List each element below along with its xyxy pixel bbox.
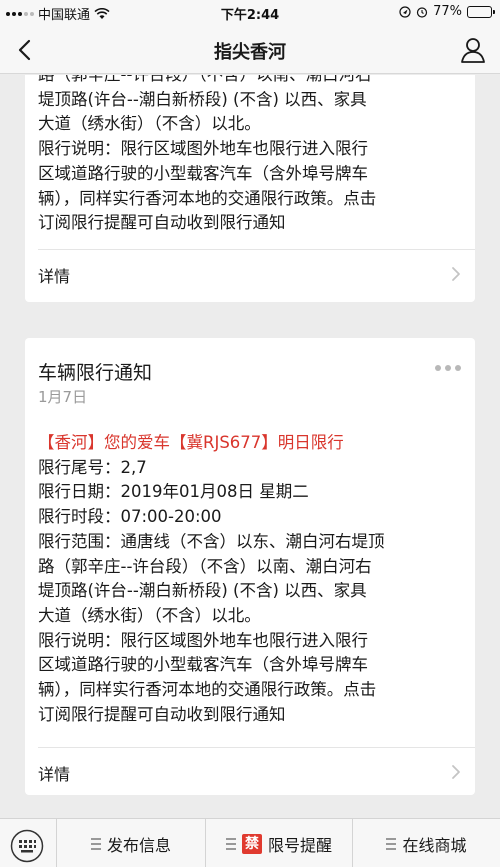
message-line: 堤顶路(许台--潮白新桥段) (不含) 以西、家具 xyxy=(38,581,367,601)
menu-label: 在线商城 xyxy=(402,835,467,855)
message-line: 辆），同样实行香河本地的交通限行政策。点击 xyxy=(38,680,377,700)
nav-bar: 指尖香河 xyxy=(0,26,500,74)
message-line: 区域道路行驶的小型载客汽车（含外埠号牌车 xyxy=(38,163,368,183)
message-line: 限行时段：07:00-20:00 xyxy=(38,507,222,527)
user-profile-button[interactable] xyxy=(458,36,488,64)
menu-plate-reminder[interactable]: 禁 限号提醒 xyxy=(206,819,352,867)
message-line: 路（郭辛庄--许台段）（不含）以南、潮白河右 xyxy=(38,556,372,576)
battery-icon xyxy=(467,5,495,18)
message-line: 限行范围：通唐线（不含）以东、潮白河右堤顶 xyxy=(38,531,385,551)
chevron-right-icon xyxy=(452,267,460,281)
message-list[interactable]: 路（郭辛庄--许台段）（不含）以南、潮白河右 堤顶路(许台--潮白新桥段) (不… xyxy=(0,75,500,816)
detail-label: 详情 xyxy=(38,765,71,784)
detail-label: 详情 xyxy=(38,267,71,286)
message-card: 车辆限行通知 1月7日 【香河】您的爱车【冀RJS677】明日限行 限行尾号：2… xyxy=(25,338,475,795)
message-line: 限行说明：限行区域图外地车也限行进入限行 xyxy=(38,630,368,650)
message-line: 限行尾号：2,7 xyxy=(38,457,147,477)
submenu-icon xyxy=(386,837,397,850)
status-bar: 中国联通 下午2:44 77% xyxy=(0,0,500,26)
message-line: 限行说明：限行区域图外地车也限行进入限行 xyxy=(38,139,368,159)
message-line: 辆），同样实行香河本地的交通限行政策。点击 xyxy=(38,188,377,208)
menu-label: 发布信息 xyxy=(106,835,171,855)
chevron-right-icon xyxy=(452,765,460,779)
menu-publish-info[interactable]: 发布信息 xyxy=(57,819,205,867)
message-headline: 【香河】您的爱车【冀RJS677】明日限行 xyxy=(38,433,344,452)
menu-online-store[interactable]: 在线商城 xyxy=(353,819,500,867)
card-title: 车辆限行通知 xyxy=(38,362,153,384)
submenu-icon xyxy=(90,837,101,850)
message-line: 限行日期：2019年01月08日 星期二 xyxy=(38,482,309,502)
detail-link[interactable]: 详情 xyxy=(25,748,475,796)
menu-label: 限号提醒 xyxy=(267,835,332,855)
ban-icon: 禁 xyxy=(241,833,262,854)
detail-link[interactable]: 详情 xyxy=(25,250,475,298)
message-line: 大道（绣水街）（不含）以北。 xyxy=(38,114,261,134)
message-line: 大道（绣水街）（不含）以北。 xyxy=(38,605,261,625)
submenu-icon xyxy=(225,837,236,850)
battery-percent: 77% xyxy=(433,4,462,19)
card-date: 1月7日 xyxy=(38,388,88,406)
message-line: 订阅限行提醒可自动收到限行通知 xyxy=(38,704,286,724)
message-line: 区域道路行驶的小型载客汽车（含外埠号牌车 xyxy=(38,655,368,675)
alarm-icon xyxy=(416,6,428,18)
page-title: 指尖香河 xyxy=(214,42,286,63)
location-icon xyxy=(399,5,411,18)
bottom-menu: 发布信息 禁 限号提醒 在线商城 xyxy=(0,818,500,867)
more-options-button[interactable] xyxy=(435,364,461,372)
message-line: 堤顶路(许台--潮白新桥段) (不含) 以西、家具 xyxy=(38,89,367,109)
status-right: 77% xyxy=(399,4,495,19)
keyboard-toggle-button[interactable] xyxy=(10,829,44,863)
message-line: 订阅限行提醒可自动收到限行通知 xyxy=(38,213,286,233)
message-body: 路（郭辛庄--许台段）（不含）以南、潮白河右 堤顶路(许台--潮白新桥段) (不… xyxy=(38,75,467,236)
message-card: 路（郭辛庄--许台段）（不含）以南、潮白河右 堤顶路(许台--潮白新桥段) (不… xyxy=(25,75,475,302)
message-line: 路（郭辛庄--许台段）（不含）以南、潮白河右 xyxy=(38,75,467,88)
message-body: 【香河】您的爱车【冀RJS677】明日限行 限行尾号：2,7 限行日期：2019… xyxy=(38,431,467,727)
